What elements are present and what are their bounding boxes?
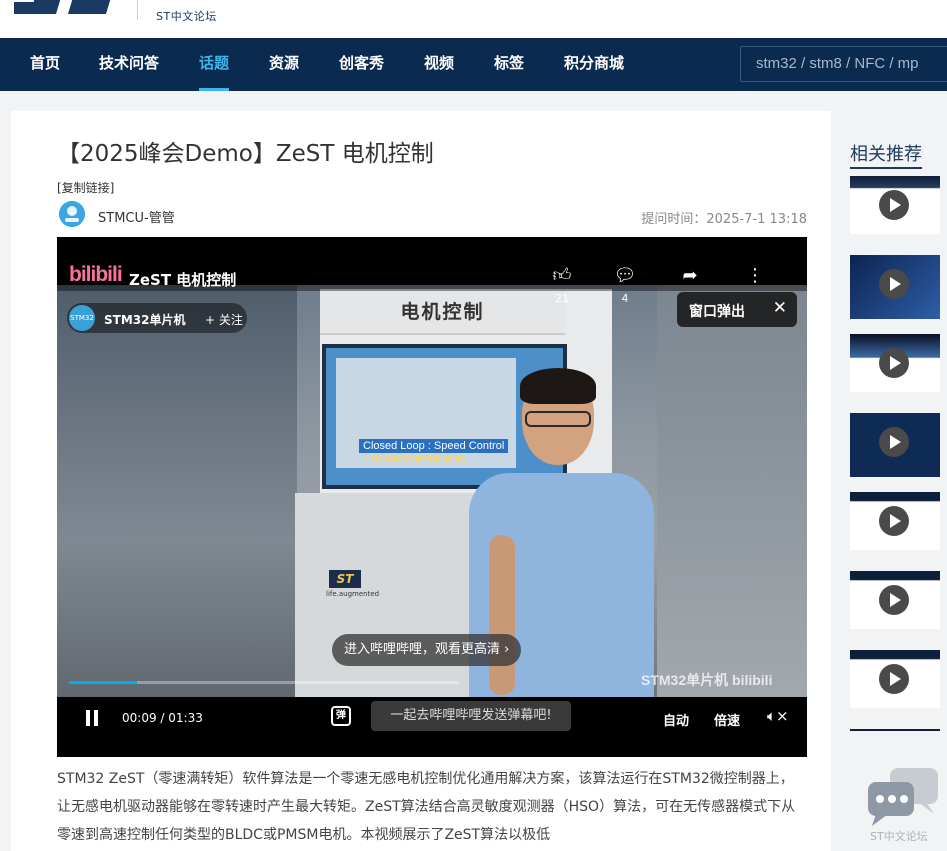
screen-caption: Closed Loop : Speed Control [359, 439, 509, 453]
scene-pedestal [295, 493, 490, 708]
st-logo-icon: ST [329, 570, 361, 588]
play-icon [879, 348, 909, 378]
nav-item-topics[interactable]: 话题 [199, 38, 230, 91]
quality-button[interactable]: 自动 [663, 710, 689, 729]
video-title[interactable]: ZeST 电机控制 [129, 269, 236, 290]
video-player[interactable]: 电机控制 Closed Loop : Speed Control 4 Hz El… [57, 237, 807, 757]
play-icon [879, 506, 909, 536]
site-logo-text[interactable]: ST中文论坛 [156, 8, 217, 24]
open-bilibili-button[interactable]: 进入哔哩哔哩，观看更高清 › [332, 634, 522, 666]
recommendation-thumb-7[interactable] [850, 650, 940, 708]
time-current: 00:09 [122, 711, 157, 725]
follow-button[interactable]: + 关注 [205, 311, 243, 328]
post-card: 【2025峰会Demo】ZeST 电机控制 [复制链接] STMCU-管管 提问… [11, 111, 831, 851]
nav-item-tags[interactable]: 标签 [494, 38, 524, 91]
like-count: 21 [555, 292, 569, 305]
presenter-arm [489, 535, 515, 695]
nav-item-home[interactable]: 首页 [30, 38, 60, 91]
sidebar-title: 相关推荐 [850, 140, 922, 169]
like-icon: 👍︎ [552, 265, 572, 286]
float-forum-label[interactable]: ST中文论坛 [870, 828, 928, 844]
pause-icon[interactable] [85, 710, 99, 726]
play-icon [879, 664, 909, 694]
share-icon: ➦ [682, 265, 698, 286]
bilibili-logo[interactable]: bilibili [69, 263, 123, 287]
comment-icon: 💬︎ [613, 265, 637, 286]
danmaku-input[interactable]: 一起去哔哩哔哩发送弹幕吧! [371, 701, 571, 731]
speed-button[interactable]: 倍速 [714, 710, 740, 729]
recommendation-thumb-4[interactable] [850, 413, 940, 477]
recommendation-thumb-1[interactable] [850, 176, 940, 234]
channel-avatar[interactable]: STM32 [69, 305, 95, 331]
copy-link-button[interactable]: [复制链接] [57, 179, 114, 196]
channel-name[interactable]: STM32单片机 [104, 311, 185, 328]
play-icon [879, 269, 909, 299]
video-watermark: STM32单片机 bilibili [641, 672, 773, 688]
nav-item-points-mall[interactable]: 积分商城 [564, 38, 624, 91]
mute-icon[interactable]: 🔈︎× [767, 707, 791, 725]
scene-booth-sign: 电机控制 [320, 289, 565, 335]
recommendation-thumb-2[interactable] [850, 255, 940, 319]
close-icon[interactable]: ✕ [773, 298, 787, 318]
chat-bubble-icon[interactable] [868, 768, 940, 826]
presenter-hair [520, 368, 596, 404]
recommendation-thumb-5[interactable] [850, 492, 940, 550]
avatar-image-icon [59, 201, 85, 227]
play-icon [879, 585, 909, 615]
comment-count: 4 [621, 292, 629, 305]
scene-background [657, 285, 807, 708]
recommendation-thumb-6[interactable] [850, 571, 940, 629]
comment-button[interactable]: 💬︎ 4 [610, 263, 640, 305]
progress-fill [69, 681, 137, 684]
search-input[interactable]: stm32 / stm8 / NFC / mp [740, 46, 947, 82]
play-icon [879, 427, 909, 457]
more-icon: ⋮ [746, 265, 764, 286]
popout-button[interactable]: 窗口弹出 [689, 301, 745, 321]
recommendation-thumb-edge [850, 729, 940, 731]
recommendation-thumb-3[interactable] [850, 334, 940, 392]
nav-item-video[interactable]: 视频 [424, 38, 454, 91]
author-name[interactable]: STMCU-管管 [98, 207, 175, 226]
time-total: 01:33 [168, 711, 203, 725]
nav-item-resources[interactable]: 资源 [269, 38, 299, 91]
nav-item-maker[interactable]: 创客秀 [339, 38, 384, 91]
video-controls: 00:09 / 01:33 弹 一起去哔哩哔哩发送弹幕吧! 自动 倍速 🔈︎× [57, 697, 807, 757]
channel-badge[interactable]: STM32 STM32单片机 + 关注 [67, 303, 247, 333]
st-logo-icon[interactable] [14, 0, 114, 20]
post-time: 提问时间：2025-7-1 13:18 [641, 212, 807, 227]
main-nav: 首页 技术问答 话题 资源 创客秀 视频 标签 积分商城 stm32 / stm… [0, 38, 947, 91]
like-button[interactable]: 👍︎ 21 [547, 263, 577, 305]
screen-subcaption: 4 Hz Electrical Frequency [364, 453, 467, 463]
post-description: STM32 ZeST（零速满转矩）软件算法是一个零速无感电机控制优化通用解决方案… [57, 771, 796, 843]
play-icon [879, 190, 909, 220]
presenter-glasses [525, 411, 591, 427]
popout-banner[interactable]: 窗口弹出 ✕ [677, 292, 797, 327]
st-tagline: life.augmented [326, 590, 380, 598]
top-bar: ST中文论坛 [0, 0, 947, 38]
danmaku-icon[interactable]: 弹 [331, 706, 351, 726]
share-button[interactable]: ➦ [675, 263, 705, 289]
nav-item-qa[interactable]: 技术问答 [99, 38, 159, 91]
page-title: 【2025峰会Demo】ZeST 电机控制 [57, 141, 434, 167]
more-button[interactable]: ⋮ [740, 263, 770, 289]
scene-wall [57, 285, 297, 708]
time-display: 00:09 / 01:33 [122, 711, 203, 725]
logo-divider [137, 0, 138, 20]
avatar[interactable] [59, 201, 85, 227]
